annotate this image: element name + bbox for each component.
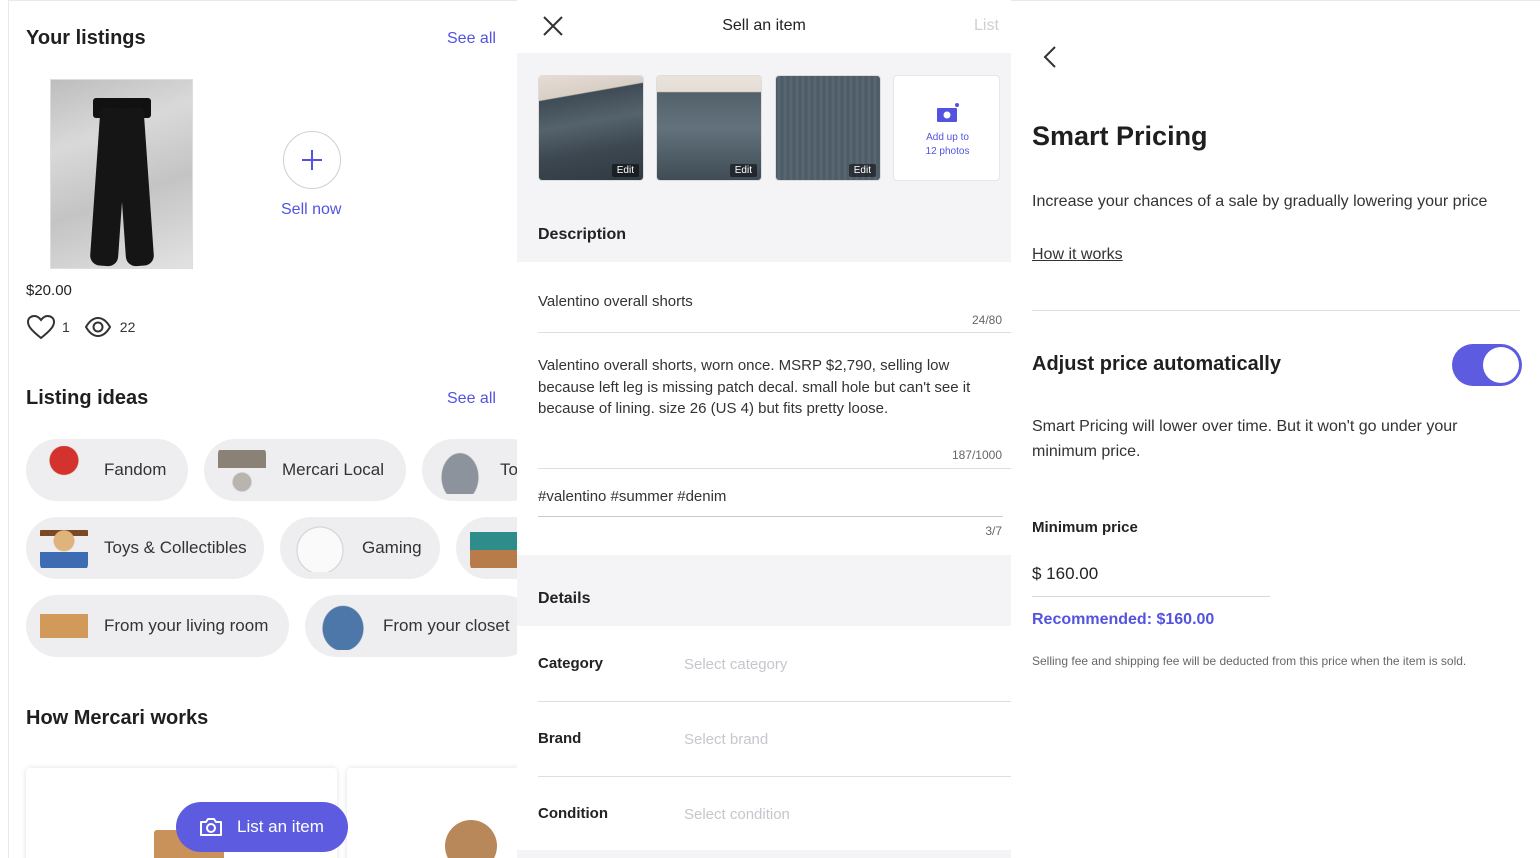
- sell-item-title: Sell an item: [722, 17, 806, 34]
- shirt-icon: [319, 602, 367, 650]
- eye-icon: [84, 316, 111, 338]
- tags-field[interactable]: #valentino #summer #denim: [538, 486, 726, 508]
- pants-image: [89, 98, 155, 267]
- heart-icon[interactable]: [26, 314, 56, 340]
- lamp-icon: [218, 446, 266, 494]
- spiderman-icon: [40, 446, 88, 494]
- minimum-price-label: Minimum price: [1032, 519, 1138, 536]
- photo-thumb-1[interactable]: Edit: [538, 75, 644, 181]
- recommended-price[interactable]: Recommended: $160.00: [1032, 611, 1214, 629]
- how-it-works-card-2[interactable]: [347, 768, 517, 858]
- idea-chip-gaming[interactable]: Gaming: [280, 517, 440, 579]
- details-header: Details: [538, 590, 591, 607]
- description-char-count: 187/1000: [951, 448, 1002, 462]
- adjust-price-label: Adjust price automatically: [1032, 353, 1281, 375]
- ideas-see-all-link[interactable]: See all: [447, 390, 496, 408]
- divider: [1032, 310, 1520, 311]
- sell-now-link[interactable]: Sell now: [281, 201, 341, 219]
- select-condition[interactable]: Select condition: [684, 806, 790, 823]
- divider: [538, 332, 1011, 333]
- teddy-bear-image: [445, 820, 497, 858]
- listing-price: $20.00: [26, 282, 72, 299]
- smart-pricing-panel: Smart Pricing Increase your chances of a…: [1011, 0, 1540, 858]
- category-label: Category: [538, 655, 604, 672]
- clock-icon: [40, 602, 88, 650]
- minimum-price-input[interactable]: $ 160.00: [1032, 564, 1098, 584]
- woody-toy-icon: [40, 524, 88, 572]
- smart-pricing-title: Smart Pricing: [1032, 121, 1208, 151]
- idea-chip-living-room[interactable]: From your living room: [26, 595, 289, 657]
- camera-icon: [200, 818, 222, 836]
- plus-icon: [302, 150, 322, 170]
- views-count: 22: [119, 319, 136, 335]
- sell-now-plus-button[interactable]: [283, 131, 341, 189]
- sneaker-icon: [436, 446, 484, 494]
- idea-chip-toys[interactable]: To: [422, 439, 517, 501]
- adjust-price-toggle[interactable]: [1452, 344, 1522, 386]
- photo-thumb-3[interactable]: Edit: [775, 75, 881, 181]
- idea-chip-toys-collectibles[interactable]: Toys & Collectibles: [26, 517, 264, 579]
- item-title-field[interactable]: Valentino overall shorts: [538, 291, 693, 313]
- divider: [538, 468, 1011, 469]
- add-photo-camera-icon: [937, 103, 959, 122]
- sell-item-panel: Sell an item List Edit Edit Edit Add up …: [517, 0, 1011, 858]
- tags-underline: [538, 516, 1003, 517]
- toggle-knob: [1483, 347, 1519, 383]
- select-brand[interactable]: Select brand: [684, 731, 768, 748]
- bottom-band: [517, 850, 1011, 858]
- description-header: Description: [538, 226, 627, 243]
- add-photos-label: Add up to 12 photos: [925, 132, 970, 157]
- ottoman-icon: [470, 524, 517, 572]
- back-chevron-icon[interactable]: [1042, 45, 1058, 69]
- home-panel: Your listings See all $20.00 1 22 Sell n…: [8, 0, 517, 858]
- list-button[interactable]: List: [974, 17, 999, 35]
- idea-chip-home[interactable]: [456, 517, 517, 579]
- list-an-item-button[interactable]: List an item: [176, 802, 348, 852]
- description-field[interactable]: Valentino overall shorts, worn once. MSR…: [538, 355, 993, 420]
- how-mercari-works-title: How Mercari works: [26, 707, 209, 729]
- likes-count: 1: [62, 319, 70, 335]
- brand-label: Brand: [538, 730, 582, 747]
- title-char-count: 24/80: [971, 313, 1002, 327]
- idea-chip-mercari-local[interactable]: Mercari Local: [204, 439, 406, 501]
- your-listings-title: Your listings: [26, 27, 146, 49]
- select-category[interactable]: Select category: [684, 656, 787, 673]
- fee-note: Selling fee and shipping fee will be ded…: [1032, 654, 1467, 668]
- photo-thumb-2[interactable]: Edit: [656, 75, 762, 181]
- listing-stats: 1 22: [26, 314, 135, 340]
- idea-chip-fandom[interactable]: Fandom: [26, 439, 188, 501]
- min-price-underline: [1032, 596, 1270, 597]
- listing-ideas-title: Listing ideas: [26, 387, 149, 409]
- how-it-works-link[interactable]: How it works: [1032, 246, 1123, 264]
- smart-pricing-intro: Increase your chances of a sale by gradu…: [1032, 193, 1488, 210]
- divider: [538, 701, 1011, 702]
- condition-label: Condition: [538, 805, 608, 822]
- listings-see-all-link[interactable]: See all: [447, 30, 496, 48]
- divider: [538, 776, 1011, 777]
- game-controller-icon: [294, 524, 346, 572]
- details-section-header: [517, 555, 1011, 626]
- idea-chip-closet[interactable]: From your closet: [305, 595, 517, 657]
- tags-count: 3/7: [985, 524, 1002, 538]
- add-photos-button[interactable]: Add up to 12 photos: [893, 75, 1000, 181]
- smart-pricing-explanation: Smart Pricing will lower over time. But …: [1032, 418, 1458, 460]
- listing-photo[interactable]: [50, 79, 193, 269]
